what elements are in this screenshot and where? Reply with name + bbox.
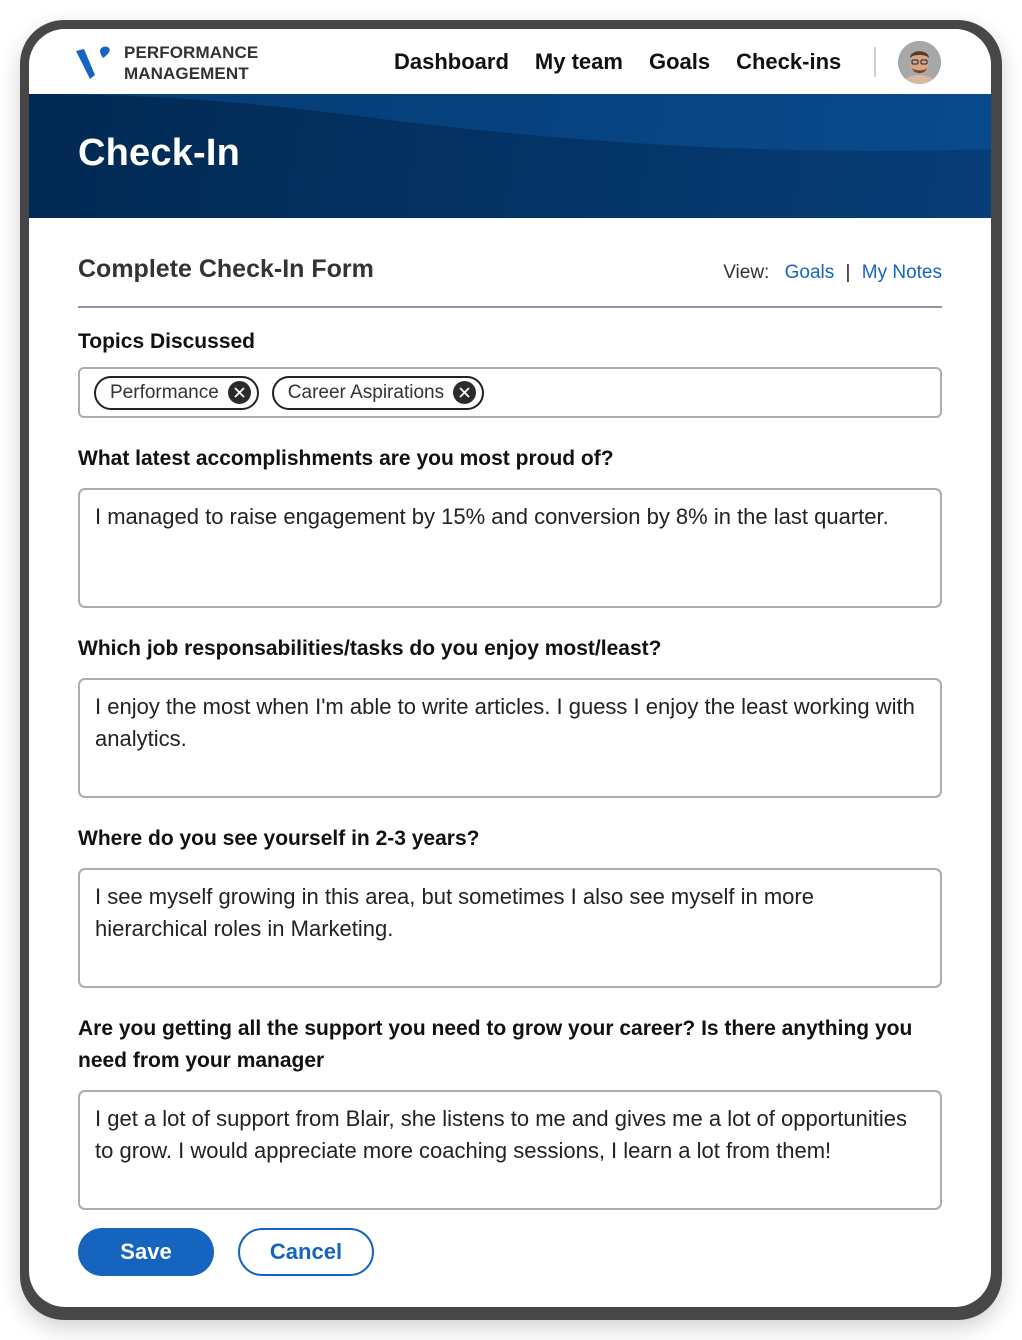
brand-name: PERFORMANCE MANAGEMENT (124, 42, 258, 84)
topic-tag-label: Career Aspirations (287, 381, 445, 403)
nav-dashboard[interactable]: Dashboard (394, 48, 509, 76)
topic-tag: Career Aspirations (271, 375, 485, 410)
avatar-icon (898, 41, 941, 84)
view-label: View: (723, 262, 770, 283)
brand-line-1: PERFORMANCE (124, 43, 259, 62)
device-frame: PERFORMANCE MANAGEMENT Dashboard My team… (20, 20, 1002, 1320)
view-my-notes-link[interactable]: My Notes (862, 262, 942, 283)
close-circle-icon[interactable] (453, 381, 477, 404)
question-support: Are you getting all the support you need… (78, 1013, 942, 1210)
view-links: View: Goals | My Notes (723, 262, 942, 284)
answer-textarea[interactable]: I see myself growing in this area, but s… (78, 868, 942, 988)
form-header: Complete Check-In Form View: Goals | My … (78, 218, 942, 308)
close-circle-icon[interactable] (227, 381, 251, 404)
main-nav: Dashboard My team Goals Check-ins (394, 48, 867, 76)
question-label: Where do you see yourself in 2-3 years? (78, 827, 480, 850)
brand-logo-icon[interactable] (76, 45, 114, 81)
nav-my-team[interactable]: My team (535, 48, 623, 76)
top-navigation: PERFORMANCE MANAGEMENT Dashboard My team… (29, 29, 991, 94)
view-goals-link[interactable]: Goals (785, 262, 835, 283)
page-title: Check-In (78, 132, 241, 174)
form-title: Complete Check-In Form (78, 255, 374, 283)
brand-line-2: MANAGEMENT (124, 64, 249, 83)
nav-divider (874, 47, 876, 77)
page-banner: Check-In (29, 94, 991, 218)
form-actions: Save Cancel (78, 1228, 374, 1276)
check-in-form: Complete Check-In Form View: Goals | My … (78, 218, 942, 1210)
answer-textarea[interactable]: I managed to raise engagement by 15% and… (78, 488, 942, 608)
user-avatar[interactable] (898, 41, 941, 84)
topics-input[interactable]: Performance Career Aspirations (78, 367, 942, 418)
topics-label: Topics Discussed (78, 330, 256, 353)
question-label: What latest accomplishments are you most… (78, 447, 614, 470)
question-label: Are you getting all the support you need… (78, 1017, 913, 1072)
nav-check-ins[interactable]: Check-ins (736, 48, 841, 76)
answer-textarea[interactable]: I enjoy the most when I'm able to write … (78, 678, 942, 798)
view-separator: | (845, 262, 851, 283)
cancel-button[interactable]: Cancel (238, 1228, 374, 1276)
question-future: Where do you see yourself in 2-3 years? … (78, 823, 942, 988)
save-button[interactable]: Save (78, 1228, 214, 1276)
question-label: Which job responsabilities/tasks do you … (78, 637, 662, 660)
answer-textarea[interactable]: I get a lot of support from Blair, she l… (78, 1090, 942, 1210)
nav-goals[interactable]: Goals (649, 48, 710, 76)
question-accomplishments: What latest accomplishments are you most… (78, 443, 942, 608)
topic-tag-label: Performance (110, 381, 219, 403)
topic-tag: Performance (94, 375, 259, 410)
question-responsibilities: Which job responsabilities/tasks do you … (78, 633, 942, 798)
app-screen: PERFORMANCE MANAGEMENT Dashboard My team… (29, 29, 991, 1307)
